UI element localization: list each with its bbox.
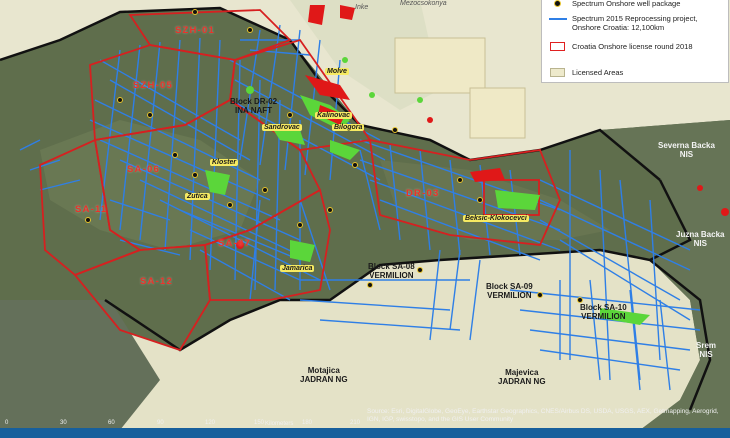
label-block-sa-10: Block SA-10 VERMILION bbox=[580, 303, 627, 321]
field-molve: Molve bbox=[325, 68, 349, 75]
seismic-line-icon bbox=[548, 14, 568, 24]
town-inke: Inke bbox=[355, 4, 369, 11]
scale-tick: 210 bbox=[350, 420, 361, 426]
legend-reprocessing-row: Spectrum 2015 Reprocessing project, Onsh… bbox=[548, 14, 724, 32]
legend-license-label: Croatia Onshore license round 2018 bbox=[572, 42, 693, 51]
field-kalinovac: Kalinovac bbox=[315, 112, 353, 119]
field-beksic: Beksic-Klokocevci bbox=[463, 215, 529, 222]
legend-licensed-row: Licensed Areas bbox=[548, 68, 724, 78]
scale-tick: 30 bbox=[60, 420, 67, 426]
scale-tick: 60 bbox=[108, 420, 115, 426]
town-mezocsokonya: Mezocsokonya bbox=[400, 0, 447, 7]
licensed-area bbox=[469, 87, 526, 139]
licensed-area-icon bbox=[548, 68, 568, 78]
label-severna-backa: Severna Backa NIS bbox=[658, 141, 715, 159]
label-block-sa-09: Block SA-09 VERMILION bbox=[486, 282, 533, 300]
legend-well-label: Spectrum Onshore well package bbox=[572, 0, 681, 8]
scale-tick: 120 bbox=[205, 420, 216, 426]
label-block-sa-08: Block SA-08 VERMILION bbox=[368, 262, 415, 280]
legend-well-row: Spectrum Onshore well package bbox=[548, 0, 724, 9]
license-outline-icon bbox=[548, 42, 568, 52]
label-srem: Srem NIS bbox=[696, 341, 717, 359]
label-szh-01: SZH-01 bbox=[175, 25, 215, 36]
attribution-text: Source: Esri, DigitalGlobe, GeoEye, Eart… bbox=[367, 408, 719, 423]
scale-tick: 150 bbox=[254, 420, 265, 426]
legend-licensed-label: Licensed Areas bbox=[572, 68, 624, 77]
map-canvas[interactable]: SZH-01 SZH-05 SA-06 SA-11 SA-12 SA-07 DR… bbox=[0, 0, 730, 438]
scale-tick: 180 bbox=[302, 420, 313, 426]
map-legend: Spectrum Onshore well package Spectrum 2… bbox=[541, 0, 729, 83]
legend-license-row: Croatia Onshore license round 2018 bbox=[548, 42, 724, 52]
field-sandrovac: Sandrovac bbox=[262, 124, 302, 131]
label-majevica: Majevica JADRAN NG bbox=[498, 368, 546, 386]
label-dr-03: DR-03 bbox=[406, 188, 440, 199]
scale-bar bbox=[0, 428, 730, 438]
label-sa-12: SA-12 bbox=[140, 276, 173, 287]
label-sa-06: SA-06 bbox=[127, 164, 160, 175]
field-kloster: Kloster bbox=[210, 159, 239, 166]
well-dot-icon bbox=[548, 0, 568, 9]
field-zutica: Zutica bbox=[185, 193, 210, 200]
field-bilogora: Bilogora bbox=[332, 124, 365, 131]
label-sa-11: SA-11 bbox=[75, 204, 108, 215]
field-jamarica: Jamarica bbox=[280, 265, 315, 272]
legend-reprocessing-label: Spectrum 2015 Reprocessing project, Onsh… bbox=[572, 14, 698, 32]
scale-tick: 90 bbox=[157, 420, 164, 426]
label-juzna-backa: Juzna Backa NIS bbox=[676, 230, 725, 248]
scale-tick: 0 bbox=[5, 420, 9, 426]
scale-unit: Kilometers bbox=[265, 421, 294, 427]
label-motajica: Motajica JADRAN NG bbox=[300, 366, 348, 384]
label-block-dr-02: Block DR-02 INA NAFT bbox=[230, 97, 278, 115]
label-szh-05: SZH-05 bbox=[133, 80, 173, 91]
licensed-area bbox=[394, 37, 486, 94]
label-sa-07: SA-07 bbox=[218, 238, 251, 249]
